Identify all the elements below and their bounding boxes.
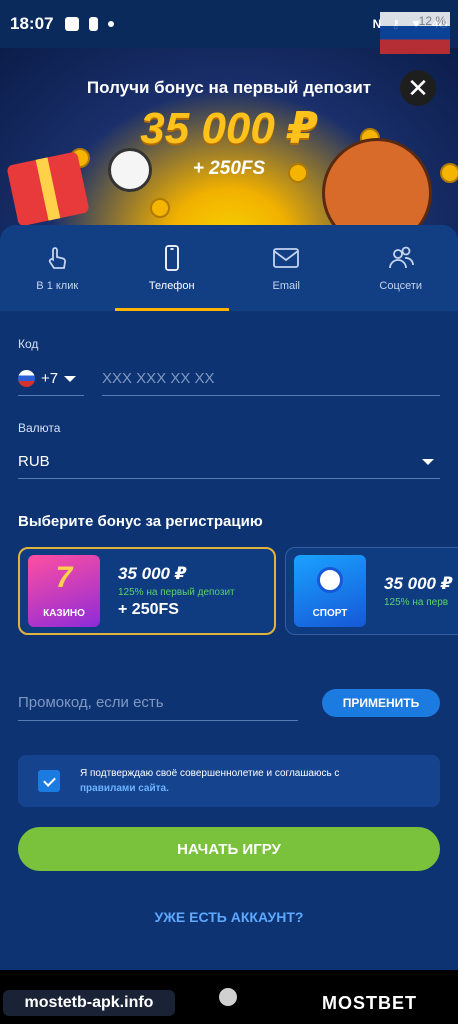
banner-title: Получи бонус на первый депозит bbox=[86, 78, 372, 97]
country-code-select[interactable]: +7 bbox=[18, 362, 84, 396]
bonus-name: КАЗИНО bbox=[43, 608, 85, 619]
banner-amount: 35 000 ₽ bbox=[140, 104, 318, 153]
currency-label: Валюта bbox=[18, 421, 61, 435]
close-icon: ✕ bbox=[407, 72, 429, 103]
russia-flag-icon: 12 % bbox=[380, 12, 450, 54]
consent-label: Я подтверждаю своё совершеннолетие и сог… bbox=[80, 768, 340, 779]
promo-row: ПРИМЕНИТЬ bbox=[18, 685, 440, 721]
apply-button[interactable]: ПРИМЕНИТЬ bbox=[322, 689, 440, 717]
registration-panel: В 1 клик Телефон Email Соцсети Код +7 Ва… bbox=[0, 225, 458, 970]
watermark: mostetb-apk.info bbox=[3, 990, 175, 1016]
tab-one-click[interactable]: В 1 клик bbox=[0, 225, 115, 311]
bonus-amount: 35 000 ₽ bbox=[384, 574, 453, 593]
soccer-ball-icon bbox=[317, 567, 343, 593]
phone-row: +7 bbox=[18, 362, 440, 396]
currency-select[interactable]: RUB bbox=[18, 445, 440, 479]
people-icon bbox=[388, 246, 414, 269]
phone-input[interactable] bbox=[102, 362, 440, 396]
casino-icon: 7 КАЗИНО bbox=[28, 555, 100, 627]
mostbet-logo: MOSTBET bbox=[322, 993, 417, 1013]
close-button[interactable]: ✕ bbox=[400, 70, 436, 106]
status-time: 18:07 bbox=[10, 14, 54, 33]
tab-label: Email bbox=[272, 280, 300, 292]
code-label: Код bbox=[18, 337, 39, 351]
chat-icon bbox=[65, 17, 80, 31]
banner-freespins: + 250FS bbox=[192, 158, 266, 179]
battery-alert-icon bbox=[89, 17, 99, 31]
promo-code-input[interactable] bbox=[18, 685, 298, 721]
country-code: +7 bbox=[41, 370, 59, 387]
bonus-section-title: Выберите бонус за регистрацию bbox=[18, 513, 263, 530]
tab-label: Телефон bbox=[148, 280, 195, 292]
sport-icon: СПОРТ bbox=[294, 555, 366, 627]
bonus-desc: 125% на перв bbox=[384, 597, 449, 608]
chevron-down-icon bbox=[422, 458, 434, 465]
tab-social[interactable]: Соцсети bbox=[344, 225, 458, 311]
envelope-icon bbox=[273, 248, 300, 268]
tab-email[interactable]: Email bbox=[229, 225, 344, 311]
bonus-amount: 35 000 ₽ bbox=[118, 563, 187, 583]
bonus-extra: + 250FS bbox=[118, 600, 179, 618]
hand-tap-icon bbox=[49, 247, 67, 269]
have-account-link[interactable]: УЖЕ ЕСТЬ АККАУНТ? bbox=[0, 909, 458, 925]
casino-seven: 7 bbox=[55, 561, 73, 594]
bonus-name: СПОРТ bbox=[312, 608, 348, 619]
promo-banner: Получи бонус на первый депозит 35 000 ₽ … bbox=[0, 48, 458, 238]
consent-text: Я подтверждаю своё совершеннолетие и сог… bbox=[80, 766, 390, 796]
russia-flag-icon bbox=[18, 370, 35, 387]
currency-value: RUB bbox=[18, 453, 50, 470]
tab-label: В 1 клик bbox=[36, 280, 79, 292]
tab-label: Соцсети bbox=[379, 280, 423, 292]
phone-icon bbox=[164, 245, 179, 271]
tab-phone[interactable]: Телефон bbox=[114, 225, 230, 311]
registration-tabs: В 1 клик Телефон Email Соцсети bbox=[0, 225, 458, 311]
chevron-down-icon bbox=[64, 375, 77, 382]
bonus-desc: 125% на первый депозит bbox=[118, 586, 235, 598]
bonus-card-casino[interactable]: 7 КАЗИНО 35 000 ₽ 125% на первый депозит… bbox=[18, 547, 276, 635]
bonus-card-sport[interactable]: СПОРТ 35 000 ₽ 125% на перв bbox=[285, 547, 458, 635]
coin-icon bbox=[150, 198, 170, 218]
home-button[interactable] bbox=[219, 988, 237, 1006]
consent-box: Я подтверждаю своё совершеннолетие и сог… bbox=[18, 755, 440, 807]
site-rules-link[interactable]: правилами сайта. bbox=[80, 783, 169, 794]
battery-label: 12 % bbox=[418, 14, 446, 28]
dot-icon bbox=[108, 21, 115, 27]
consent-checkbox[interactable] bbox=[38, 770, 60, 792]
start-game-button[interactable]: НАЧАТЬ ИГРУ bbox=[18, 827, 440, 871]
